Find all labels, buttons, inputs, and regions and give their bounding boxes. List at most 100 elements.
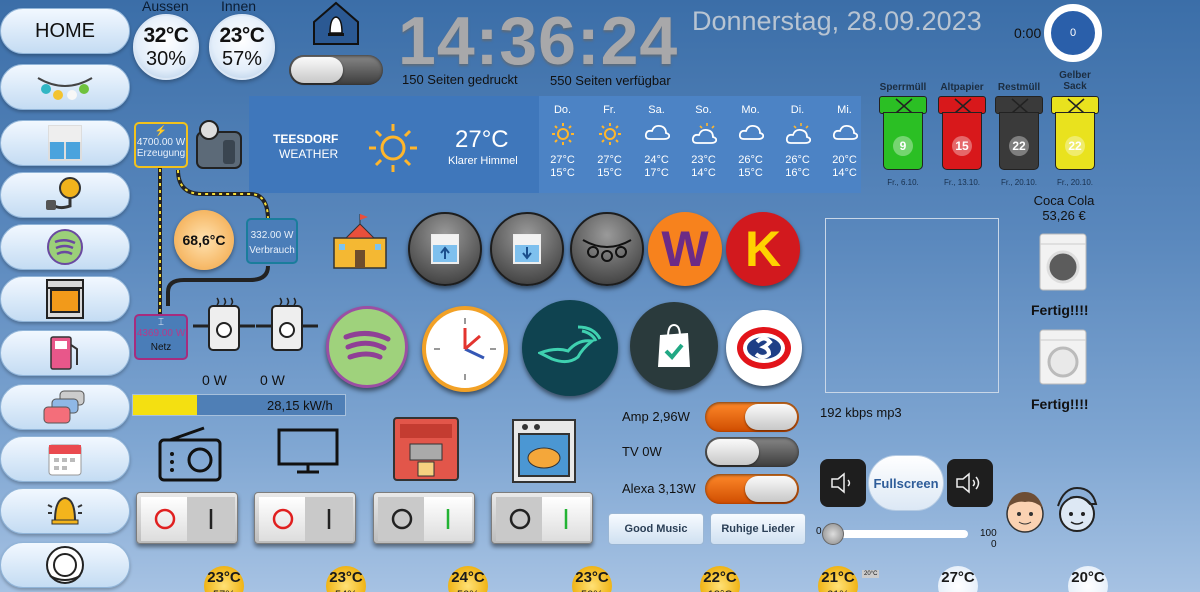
sidebar-item-fuel[interactable] [0,330,130,376]
coffee-machine-icon[interactable] [390,416,462,484]
plug-toggle[interactable] [705,437,799,467]
plug-toggle[interactable] [705,474,799,504]
room-temp-bubble[interactable]: 22°C18°C [700,566,740,592]
waste-bin-icon[interactable]: 22 [1051,96,1099,174]
sidebar-item-cars[interactable] [0,384,130,430]
coffee-switch[interactable] [373,492,475,544]
room-temp: 23°C [207,569,241,586]
k-app-button[interactable]: K [726,212,800,286]
blinds-up-button[interactable] [408,212,482,286]
sidebar-item-vacuum[interactable] [0,542,130,588]
outside-humidity: 30% [145,48,187,70]
fullscreen-button[interactable]: Fullscreen [868,455,944,511]
outside-climate-bubble[interactable]: 32°C 30% [133,14,199,80]
quiet-songs-button[interactable]: Ruhige Lieder [710,513,806,545]
volume-down-button[interactable] [820,459,866,507]
room-temp: 21°C [821,569,855,586]
waste-date: Fr., 20.10. [1056,178,1094,187]
forecast-high: 26°C [785,154,810,166]
boiler-temp-bubble[interactable]: 68,6°C [174,210,234,270]
room-temp: 27°C [941,569,975,586]
clock-app-button[interactable] [422,306,508,392]
room-temp: 24°C [451,569,485,586]
volume-slider-handle[interactable] [822,523,844,545]
alarm-toggle[interactable] [289,55,383,85]
plug-toggle[interactable] [705,402,799,432]
volume-up-button[interactable] [947,459,993,507]
stock-price: 53,26 € [1042,208,1086,223]
grid-box[interactable]: ⌶ 4369.00 W Netz [134,314,188,360]
shopping-app-button[interactable] [630,302,718,390]
dryer-icon[interactable] [1038,328,1088,386]
room-temp-bubble[interactable]: 23°C54% [326,566,366,592]
school-icon[interactable] [330,214,390,270]
consumption-label: Verbrauch [249,245,295,256]
heater-icon-2[interactable] [254,296,320,358]
forecast-low: 14°C [832,167,857,179]
room-temp-bubble[interactable]: 24°C50% [448,566,488,592]
sidebar-item-lights[interactable] [0,64,130,110]
production-label: Erzeugung [136,148,186,159]
sidebar-item-alarm[interactable] [0,488,130,534]
tv-switch[interactable] [254,492,356,544]
blinds-down-button[interactable] [490,212,564,286]
partly-cloudy-icon [785,123,811,144]
volume-down-icon [831,472,851,494]
w-app-button[interactable]: W [648,212,722,286]
sidebar-item-oven[interactable] [0,276,130,322]
home-button[interactable]: HOME [0,8,130,54]
volume-slider[interactable] [822,523,968,545]
forecast-day: Sa. 24°C 17°C [633,96,680,193]
shopping-bag-icon [658,323,690,367]
radio-switch[interactable] [136,492,238,544]
oven-switch[interactable] [491,492,593,544]
oe3-app-button[interactable] [726,310,802,386]
home-alarm-icon[interactable] [310,0,362,46]
sidebar-item-spotify[interactable] [0,224,130,270]
forecast-day-name: Mo. [741,104,760,116]
clock-time: 14:36:24 [398,3,679,79]
cloud-icon [832,124,858,140]
room-temp-bubble[interactable]: 21°C61% [818,566,858,592]
person-avatar-2[interactable] [1052,484,1102,538]
weather-condition: Klarer Himmel [448,155,518,167]
waste-bin-icon[interactable]: 9 [879,96,927,174]
forecast-low: 17°C [644,167,669,179]
production-box[interactable]: ⚡ 4700.00 W Erzeugung [134,122,188,168]
person-avatar-1[interactable] [1002,486,1048,538]
radio-icon[interactable] [158,426,222,482]
inside-climate-bubble[interactable]: 23°C 57% [209,14,275,80]
off-symbol-icon [391,508,413,530]
bird-app-button[interactable] [522,300,618,396]
room-temp-bubble[interactable]: 20°C [1068,566,1108,592]
forecast-day-name: Sa. [648,104,665,116]
weather-widget[interactable]: TEESDORF WEATHER 27°C Klarer Himmel Do. 2… [249,96,861,193]
outside-label: Aussen [142,0,189,14]
good-music-button[interactable]: Good Music [608,513,704,545]
sidebar-item-calendar[interactable] [0,436,130,482]
waste-label: Restmüll [997,82,1041,93]
spotify-button[interactable] [326,306,408,388]
inside-temp: 23°C [219,24,265,47]
pages-printed: 150 Seiten gedruckt [402,72,518,87]
heater-icon-1[interactable] [191,296,257,358]
timer-count: 0 [1069,27,1077,39]
window-blinds-icon [48,125,82,161]
sidebar-item-blinds[interactable] [0,120,130,166]
cloud-icon [738,124,764,140]
lights-button[interactable] [570,212,644,286]
room-temp-bubble[interactable]: 23°C50% [572,566,612,592]
sidebar-item-solar[interactable] [0,172,130,218]
waste-bin-icon[interactable]: 22 [995,96,1043,174]
consumption-box[interactable]: 332.00 W Verbrauch [246,218,298,264]
room-temp-bubble[interactable]: 27°C [938,566,978,592]
oven-chicken-icon[interactable] [511,418,577,484]
room-temp-bubble[interactable]: 23°C57% [204,566,244,592]
room-temp: 23°C [329,569,363,586]
tv-icon[interactable] [277,428,339,474]
on-symbol-icon [446,509,450,529]
volume-max: 100 [980,528,997,539]
washing-machine-icon[interactable] [1038,232,1088,292]
timer-ring[interactable]: 0 [1044,4,1102,62]
waste-bin-icon[interactable]: 15 [938,96,986,174]
